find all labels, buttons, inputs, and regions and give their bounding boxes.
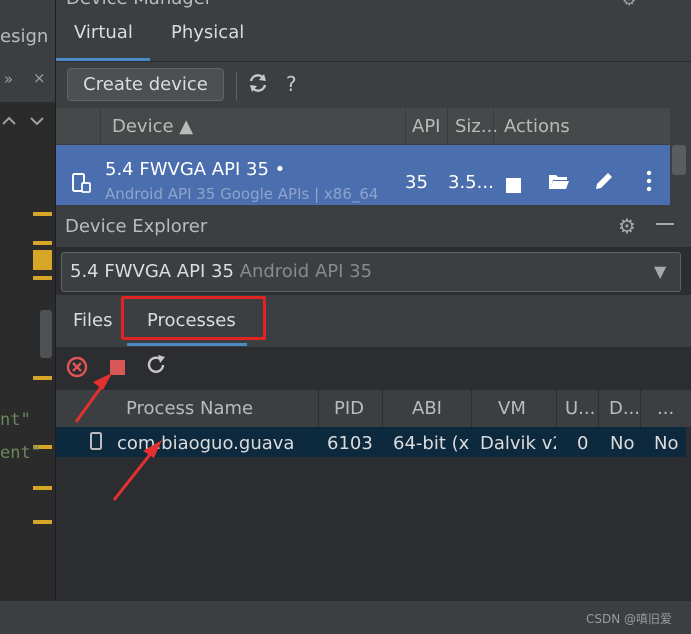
column-separator (471, 390, 472, 427)
column-separator (100, 108, 101, 144)
help-icon[interactable]: ? (286, 72, 297, 96)
device-size: 3.5... (448, 172, 494, 193)
editor-toolbar: » × (0, 62, 56, 102)
marker (33, 520, 52, 524)
stop-device-icon[interactable] (506, 174, 521, 198)
column-vm[interactable]: VM (498, 398, 526, 419)
force-stop-icon[interactable] (110, 360, 125, 375)
device-api: 35 (405, 172, 428, 193)
process-u: 0 (577, 433, 589, 454)
column-separator (640, 390, 641, 427)
edit-icon[interactable] (594, 171, 614, 196)
process-d: No (610, 433, 635, 454)
gear-icon[interactable]: ⚙ (622, 0, 636, 9)
column-separator (405, 108, 406, 144)
tab-physical[interactable]: Physical (171, 22, 244, 43)
overflow-icon[interactable]: » (4, 70, 13, 88)
device-name: 5.4 FWVGA API 35 • (105, 159, 286, 180)
column-separator (318, 390, 319, 427)
divider (56, 61, 691, 62)
marker (33, 376, 52, 380)
create-device-button[interactable]: Create device (67, 68, 224, 101)
column-device[interactable]: Device ▲ (112, 116, 193, 137)
column-separator (556, 390, 557, 427)
column-process-name[interactable]: Process Name (126, 398, 253, 419)
column-d[interactable]: D... (609, 398, 640, 419)
column-api[interactable]: API (412, 116, 440, 137)
kill-process-icon[interactable] (66, 356, 88, 384)
column-size[interactable]: Siz... (455, 116, 498, 137)
device-manager-title: Device Manager (66, 0, 212, 9)
process-vm: Dalvik v2 (480, 433, 556, 454)
code-fragment: ent" (0, 443, 41, 463)
process-extra: No (654, 433, 679, 454)
device-subtitle: Android API 35 Google APIs | x86_64 (105, 185, 379, 203)
tab-underline (127, 343, 247, 346)
sort-asc-icon: ▲ (179, 116, 194, 137)
column-abi[interactable]: ABI (412, 398, 442, 419)
marker (33, 241, 52, 245)
device-list-scrollbar[interactable] (672, 145, 686, 175)
folder-open-icon[interactable] (548, 172, 570, 196)
dropdown-caret-icon[interactable]: ▼ (654, 262, 666, 281)
refresh-processes-icon[interactable] (145, 354, 167, 382)
column-separator (382, 390, 383, 427)
watermark: CSDN @嗔旧爱 (586, 612, 673, 626)
marker (33, 212, 52, 216)
process-abi: 64-bit (x (393, 433, 469, 454)
close-icon[interactable]: × (33, 69, 46, 87)
column-u[interactable]: U... (565, 398, 595, 419)
design-tab[interactable]: esign (0, 26, 48, 47)
column-actions: Actions (504, 116, 570, 137)
column-pid[interactable]: PID (334, 398, 364, 419)
tab-files[interactable]: Files (73, 310, 113, 331)
process-pid: 6103 (327, 433, 373, 454)
device-select-value: 5.4 FWVGA API 35 Android API 35 (70, 261, 373, 282)
column-more[interactable]: ... (657, 398, 674, 419)
device-explorer-title: Device Explorer (65, 216, 208, 237)
refresh-icon[interactable] (247, 72, 269, 99)
chevron-up-icon[interactable] (2, 112, 16, 130)
chevron-down-icon[interactable] (30, 112, 44, 130)
marker (33, 250, 52, 270)
divider (236, 72, 237, 100)
gear-icon[interactable]: ⚙ (618, 214, 636, 238)
minimize-icon[interactable] (656, 214, 674, 239)
code-fragment: nt" (0, 410, 31, 430)
column-separator (447, 108, 448, 144)
more-vert-icon[interactable] (646, 170, 652, 197)
phone-icon (90, 432, 102, 455)
process-name: com.biaoguo.guava (117, 433, 295, 454)
marker (33, 276, 52, 280)
editor-scrollbar[interactable] (40, 310, 52, 358)
device-type-icon (70, 172, 92, 198)
marker (33, 486, 52, 490)
annotation-highlight-box (121, 296, 266, 340)
tab-virtual[interactable]: Virtual (74, 22, 133, 43)
column-separator (598, 390, 599, 427)
